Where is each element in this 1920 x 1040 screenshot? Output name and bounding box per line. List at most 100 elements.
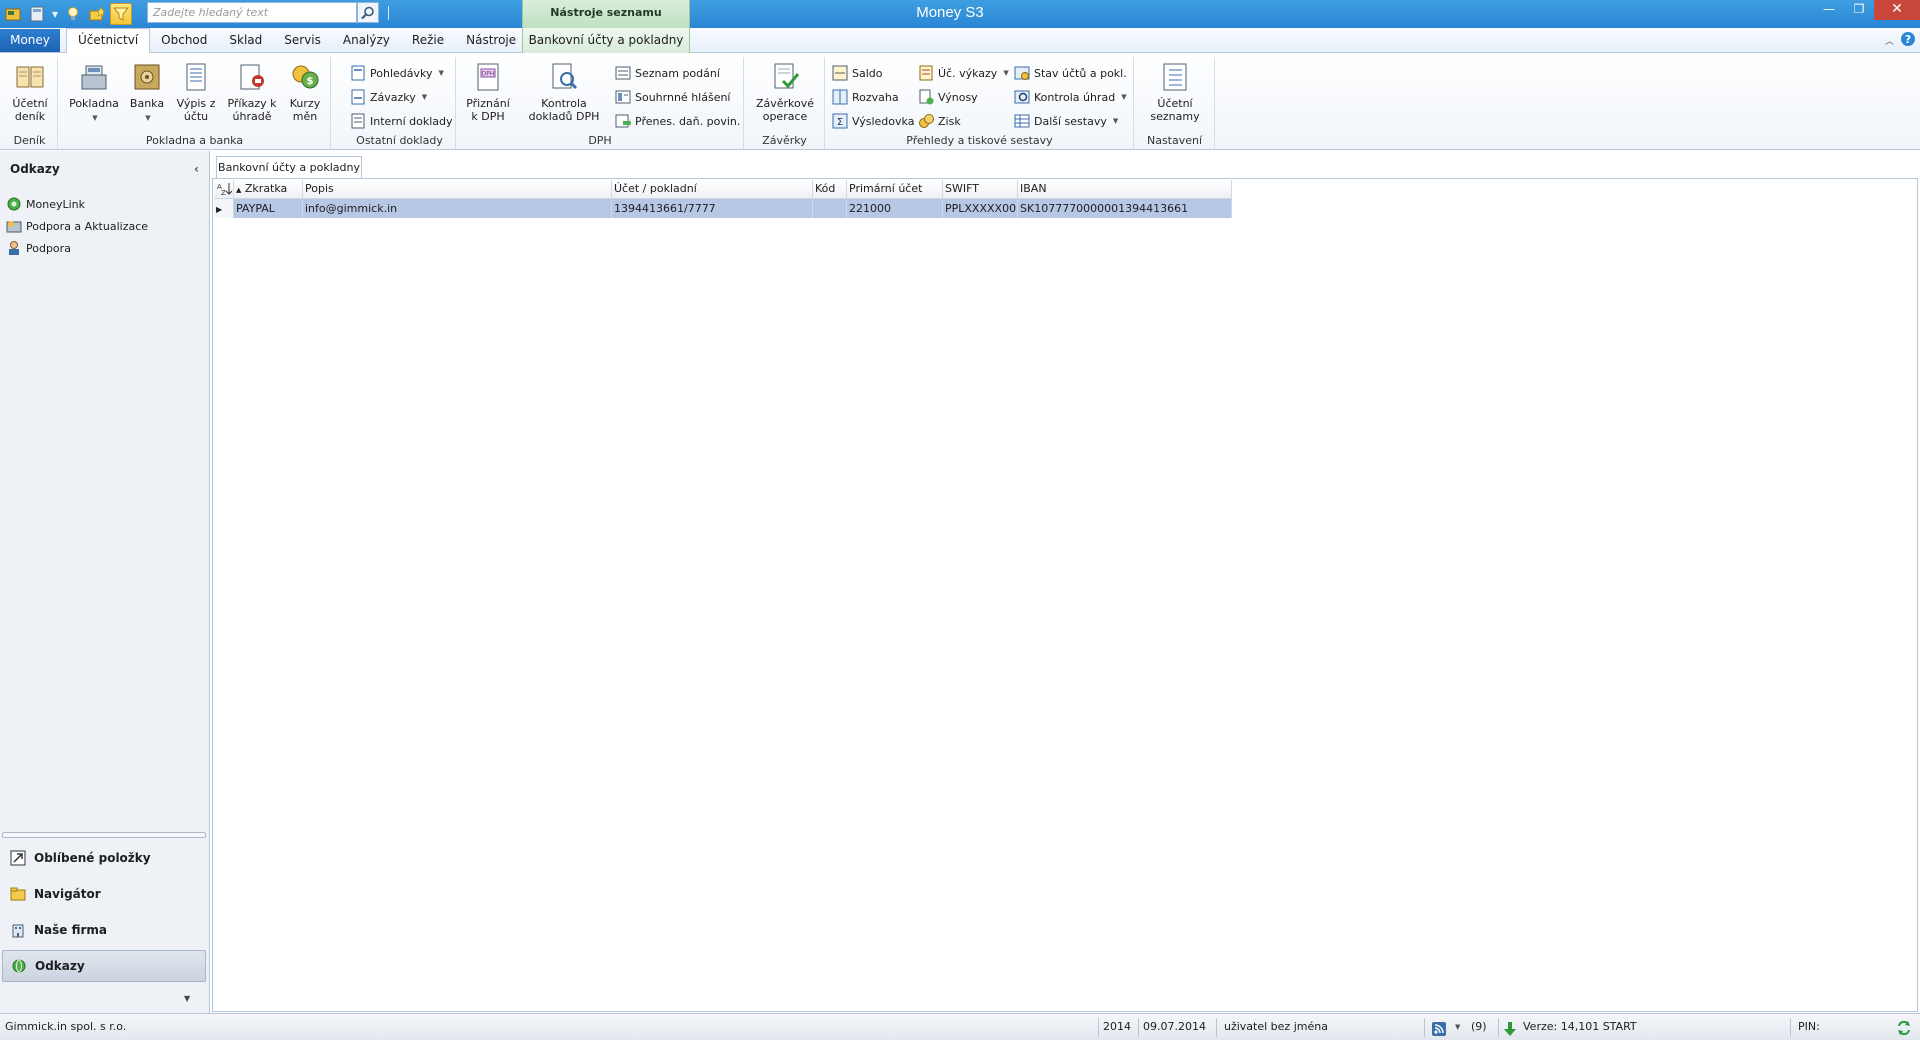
souhrnne-hlaseni-button[interactable]: Souhrnné hlášení (615, 87, 731, 107)
restore-icon[interactable]: ❐ (1844, 0, 1874, 20)
titlebar-separator (388, 6, 389, 20)
status-user[interactable]: uživatel bez jména (1224, 1014, 1328, 1040)
title-bar: ▼ Zadejte hledaný text Nástroje seznamu … (0, 0, 1920, 28)
cell-ucet-pokladni[interactable]: 1394413661/7777 (612, 199, 813, 218)
kontrola-dokladu-dph-button[interactable]: Kontrola dokladů DPH (523, 61, 605, 123)
rss-dropdown-icon[interactable]: ▼ (1455, 1014, 1460, 1040)
tab-ucetnictvi[interactable]: Účetnictví (66, 28, 151, 54)
kurzy-men-button[interactable]: $ Kurzy měn (285, 61, 325, 123)
folder-star-icon[interactable] (86, 3, 108, 25)
nav-oblibene-polozky[interactable]: Oblíbené položky (2, 842, 206, 874)
column-primarni-ucet[interactable]: Primární účet (847, 180, 943, 199)
seznam-podani-button[interactable]: Seznam podání (615, 63, 720, 83)
cell-primarni-ucet[interactable]: 221000 (847, 199, 943, 218)
link-podpora-aktualizace[interactable]: Podpora a Aktualizace (0, 215, 209, 237)
tab-sklad[interactable]: Sklad (218, 28, 273, 53)
tab-servis[interactable]: Servis (273, 28, 332, 53)
filter-icon[interactable] (110, 3, 132, 25)
left-panel-title: Odkazy (10, 162, 60, 176)
column-popis[interactable]: Popis (303, 180, 612, 199)
ucetni-denik-button[interactable]: Účetní deník (8, 61, 52, 123)
status-date[interactable]: 09.07.2014 (1143, 1014, 1206, 1040)
lightbulb-icon[interactable] (62, 3, 84, 25)
rozvaha-button[interactable]: Rozvaha (832, 87, 899, 107)
calculator-icon[interactable] (26, 3, 48, 25)
close-icon[interactable]: ✕ (1874, 0, 1920, 20)
uc-vykazy-button[interactable]: Úč. výkazy ▼ (918, 63, 1009, 83)
vat-return-icon: DPH (477, 63, 499, 91)
table-row[interactable]: ▶ PAYPAL info@gimmick.in 1394413661/7777… (214, 199, 1232, 218)
group-ostatni-doklady: Pohledávky ▼ Závazky ▼ Interní doklady Ost… (344, 57, 456, 149)
collapse-ribbon-icon[interactable]: ︿ (1885, 34, 1894, 47)
tab-bankovni-ucty[interactable]: Bankovní účty a pokladny (522, 28, 690, 53)
prikazy-k-uhrade-button[interactable]: Příkazy k úhradě (227, 61, 277, 123)
help-icon[interactable]: ? (1900, 31, 1916, 50)
document-tab[interactable]: Bankovní účty a pokladny (216, 156, 362, 179)
link-podpora[interactable]: Podpora (0, 237, 209, 259)
status-news-count[interactable]: (9) (1471, 1014, 1487, 1040)
ribbon-right-icons: ︿ ? (1885, 31, 1916, 50)
dalsi-sestavy-button[interactable]: Další sestavy ▼ (1014, 111, 1118, 131)
search-input[interactable]: Zadejte hledaný text (147, 2, 357, 23)
minimize-icon[interactable]: — (1814, 0, 1844, 20)
balance-icon (832, 65, 848, 81)
status-year[interactable]: 2014 (1103, 1014, 1131, 1040)
sync-icon[interactable] (1896, 1020, 1912, 1036)
stav-uctu-button[interactable]: Stav účtů a pokl. (1014, 63, 1127, 83)
pohledavky-label: Pohledávky (370, 66, 433, 80)
zavazky-button[interactable]: Závazky ▼ (350, 87, 427, 107)
cell-popis[interactable]: info@gimmick.in (303, 199, 612, 218)
zaverkove-operace-button[interactable]: Závěrkové operace (751, 61, 819, 123)
column-swift[interactable]: SWIFT (943, 180, 1018, 199)
priznani-k-dph-button[interactable]: DPH Přiznání k DPH (465, 61, 511, 123)
more-buttons-icon[interactable]: ▼ (184, 994, 190, 1003)
column-ucet-pokladni[interactable]: Účet / pokladní (612, 180, 813, 199)
cell-swift[interactable]: PPLXXXXX001 (943, 199, 1018, 218)
vysledovka-button[interactable]: Σ Výsledovka (832, 111, 914, 131)
moneylink-icon (7, 197, 21, 211)
ucetni-seznamy-button[interactable]: Účetní seznamy (1143, 61, 1207, 123)
pohledavky-button[interactable]: Pohledávky ▼ (350, 63, 444, 83)
download-arrow-icon[interactable] (1504, 1020, 1516, 1036)
group-denik: Účetní deník Deník (2, 57, 58, 149)
sort-az-icon[interactable]: AZ (214, 180, 234, 199)
status-separator (1216, 1018, 1217, 1037)
kontrola-uhrad-label: Kontrola úhrad (1034, 90, 1116, 104)
panel-splitter[interactable] (2, 832, 206, 838)
collapse-panel-icon[interactable]: ‹ (194, 162, 199, 176)
nav-navigator[interactable]: Navigátor (2, 878, 206, 910)
tab-rezie[interactable]: Režie (401, 28, 455, 53)
saldo-button[interactable]: Saldo (832, 63, 883, 83)
kontrola-uhrad-button[interactable]: Kontrola úhrad ▼ (1014, 87, 1127, 107)
tab-nastroje[interactable]: Nástroje (455, 28, 527, 53)
rss-icon[interactable] (1432, 1020, 1446, 1036)
cash-register-icon (81, 65, 107, 90)
nav-nase-firma[interactable]: Naše firma (2, 914, 206, 946)
tab-money[interactable]: Money (0, 29, 60, 52)
sort-asc-icon: ▲ (236, 186, 242, 194)
column-zkratka[interactable]: ▲ Zkratka (234, 180, 303, 199)
search-icon[interactable] (357, 2, 379, 23)
pokladna-button[interactable]: Pokladna ▼ (69, 61, 119, 125)
vypis-z-uctu-button[interactable]: Výpis z účtu (173, 61, 219, 123)
interni-doklady-button[interactable]: Interní doklady (350, 111, 453, 131)
favorites-icon (10, 850, 26, 866)
tab-obchod[interactable]: Obchod (150, 28, 218, 53)
zisk-button[interactable]: Zisk (918, 111, 961, 131)
group-label-zaverky: Závěrky (762, 134, 807, 147)
prenes-dan-povin-button[interactable]: Přenes. daň. povin. (615, 111, 740, 131)
column-kod[interactable]: Kód (813, 180, 847, 199)
vynosy-button[interactable]: Výnosy (918, 87, 978, 107)
revenue-icon (919, 89, 934, 105)
tab-analyzy[interactable]: Analýzy (332, 28, 401, 53)
cell-zkratka[interactable]: PAYPAL (234, 199, 303, 218)
cell-kod[interactable] (813, 199, 847, 218)
column-iban[interactable]: IBAN (1018, 180, 1232, 199)
banka-button[interactable]: Banka ▼ (127, 61, 167, 125)
qat-dropdown-icon[interactable]: ▼ (50, 10, 60, 19)
money-app-icon[interactable] (2, 3, 24, 25)
nav-odkazy[interactable]: Odkazy (2, 950, 206, 982)
uc-vykazy-dropdown-icon: ▼ (1003, 69, 1009, 77)
cell-iban[interactable]: SK1077770000001394413661 (1018, 199, 1232, 218)
link-moneylink[interactable]: MoneyLink (0, 193, 209, 215)
